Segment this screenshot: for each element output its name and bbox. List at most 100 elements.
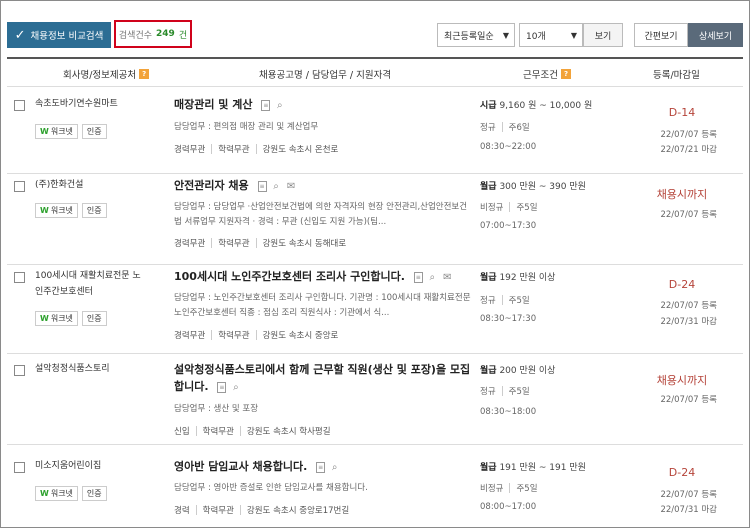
worknet-label: 워크넷: [50, 206, 73, 215]
job-title[interactable]: 영아반 담임교사 채용합니다. ≡ ⌕: [174, 458, 474, 475]
worknet-label: 워크넷: [50, 127, 73, 136]
row-checkbox[interactable]: [14, 272, 25, 283]
company-name[interactable]: 미소지움어린이집: [35, 458, 145, 474]
search-icon[interactable]: ⌕: [427, 272, 438, 283]
dday-badge: 채용시까지: [656, 188, 708, 201]
location: 강원도 속초시 학사평길: [246, 427, 331, 437]
pay-range: 300 만원 ~ 390 만원: [499, 182, 586, 192]
employment-type: 비정규: [480, 203, 504, 213]
title-icons: ≡ ⌕: [261, 99, 285, 111]
header-title-label: 채용공고명 / 담당업무 / 지원자격: [259, 70, 392, 81]
job-title-text[interactable]: 100세시대 노인주간보호센터 조리사 구인합니다.: [174, 270, 405, 283]
cert-badge: 인증: [81, 486, 107, 501]
work-hours: 08:30~17:30: [480, 314, 537, 324]
location: 강원도 속초시 온천로: [262, 145, 339, 155]
employment-type: 정규: [480, 123, 496, 133]
document-icon[interactable]: ≡: [217, 381, 227, 393]
work-week: 주5일: [516, 203, 538, 213]
job-title[interactable]: 매장관리 및 계산 ≡ ⌕: [174, 96, 474, 113]
title-icons: ≡ ⌕ ✉: [257, 180, 297, 192]
job-title[interactable]: 100세시대 노인주간보호센터 조리사 구인합니다. ≡ ⌕ ✉: [174, 268, 474, 285]
pay-type: 월급: [480, 463, 497, 473]
pay-range: 192 만원 이상: [499, 273, 556, 283]
dday-badge: 채용시까지: [656, 374, 708, 387]
result-count-unit: 건: [178, 30, 188, 41]
duty-text: 담당업무 : 노인주간보호센터 조리사 구인합니다. 기관명 : 100세시대 …: [174, 293, 471, 318]
row-checkbox[interactable]: [14, 462, 25, 473]
chevron-down-icon: ▼: [502, 31, 509, 40]
badges: W 워크넷 인증: [35, 203, 107, 218]
work-week: 주5일: [508, 296, 530, 306]
pay-info: 시급 9,160 원 ~ 10,000 원: [480, 98, 592, 111]
pay-info: 월급 300 만원 ~ 390 만원: [480, 179, 586, 192]
result-count: 검색건수 249 건: [114, 20, 192, 48]
employment-type: 비정규: [480, 484, 504, 494]
search-icon[interactable]: ⌕: [274, 100, 285, 111]
pay-info: 월급 200 만원 이상: [480, 363, 555, 376]
search-icon[interactable]: ⌕: [230, 382, 241, 393]
career: 경력무관: [174, 331, 206, 341]
job-title-text[interactable]: 영아반 담임교사 채용합니다.: [174, 460, 307, 473]
badges: W 워크넷 인증: [35, 311, 107, 326]
company-name[interactable]: 설악청정식품스토리: [35, 361, 145, 377]
deadline-date: 22/07/31 마감: [660, 317, 717, 327]
page-size-select[interactable]: 10개 ▼: [519, 23, 583, 47]
work-hours: 08:30~22:00: [480, 142, 537, 152]
career: 경력무관: [174, 239, 206, 249]
worknet-logo-icon: W: [40, 314, 49, 323]
employment-info: 비정규 주5일: [480, 482, 538, 494]
help-icon[interactable]: ?: [139, 69, 150, 79]
search-icon[interactable]: ⌕: [329, 462, 340, 473]
pay-type: 월급: [480, 366, 497, 376]
worknet-badge: W 워크넷: [35, 203, 78, 218]
search-icon[interactable]: ⌕: [271, 181, 282, 192]
work-week: 주5일: [516, 484, 538, 494]
mail-icon[interactable]: ✉: [286, 181, 297, 192]
document-icon[interactable]: ≡: [257, 180, 267, 192]
worknet-logo-icon: W: [40, 127, 49, 136]
education: 학력무관: [202, 427, 234, 437]
employment-info: 비정규 주5일: [480, 201, 538, 213]
header-company-label: 회사명/정보제공처: [63, 70, 137, 81]
pay-type: 월급: [480, 273, 497, 283]
education: 학력무관: [218, 145, 250, 155]
cert-badge: 인증: [81, 311, 107, 326]
document-icon[interactable]: ≡: [413, 271, 423, 283]
registered-date: 22/07/07 등록: [660, 301, 717, 311]
simple-view-button[interactable]: 간편보기: [634, 23, 688, 47]
registered-date: 22/07/07 등록: [660, 130, 717, 140]
job-title-text[interactable]: 안전관리자 채용: [174, 179, 249, 192]
page-size-value: 10개: [526, 31, 546, 42]
table-row: (주)한화건설 W 워크넷 인증 안전관리자 채용 ≡ ⌕ ✉ 담당업무 : 담당…: [7, 175, 743, 265]
document-icon[interactable]: ≡: [316, 461, 326, 473]
job-title[interactable]: 안전관리자 채용 ≡ ⌕ ✉: [174, 177, 474, 194]
view-button[interactable]: 보기: [583, 23, 623, 47]
company-name[interactable]: (주)한화건설: [35, 177, 145, 193]
sort-select[interactable]: 최근등록일순 ▼: [437, 23, 515, 47]
job-title-text[interactable]: 매장관리 및 계산: [174, 98, 253, 111]
row-checkbox[interactable]: [14, 100, 25, 111]
career: 경력무관: [174, 145, 206, 155]
worknet-badge: W 워크넷: [35, 124, 78, 139]
compare-search-button[interactable]: ✓ 채용정보 비교검색: [7, 22, 111, 48]
company-name[interactable]: 속초도바기연수원마트: [35, 96, 145, 112]
location: 강원도 속초시 중앙로: [262, 331, 339, 341]
employment-info: 정규 주5일: [480, 294, 530, 306]
duty-text: 담당업무 : 생산 및 포장: [174, 404, 259, 414]
job-title[interactable]: 설악청정식품스토리에서 함께 근무할 직원(생산 및 포장)을 모집합니다. ≡…: [174, 361, 474, 395]
table-row: 100세시대 재활치료전문 노인주간보호센터 W 워크넷 인증 100세시대 노인…: [7, 266, 743, 354]
work-week: 주5일: [508, 387, 530, 397]
help-icon[interactable]: ?: [560, 69, 571, 79]
row-checkbox[interactable]: [14, 365, 25, 376]
deadline-date: 22/07/21 마감: [660, 145, 717, 155]
mail-icon[interactable]: ✉: [442, 272, 453, 283]
registered-date: 22/07/07 등록: [660, 210, 717, 220]
employment-info: 정규 주5일: [480, 385, 530, 397]
cert-badge: 인증: [81, 203, 107, 218]
company-name[interactable]: 100세시대 재활치료전문 노인주간보호센터: [35, 268, 141, 300]
worknet-logo-icon: W: [40, 489, 49, 498]
row-checkbox[interactable]: [14, 181, 25, 192]
sort-select-value: 최근등록일순: [444, 31, 494, 42]
detail-view-button[interactable]: 상세보기: [688, 23, 743, 47]
document-icon[interactable]: ≡: [261, 99, 271, 111]
